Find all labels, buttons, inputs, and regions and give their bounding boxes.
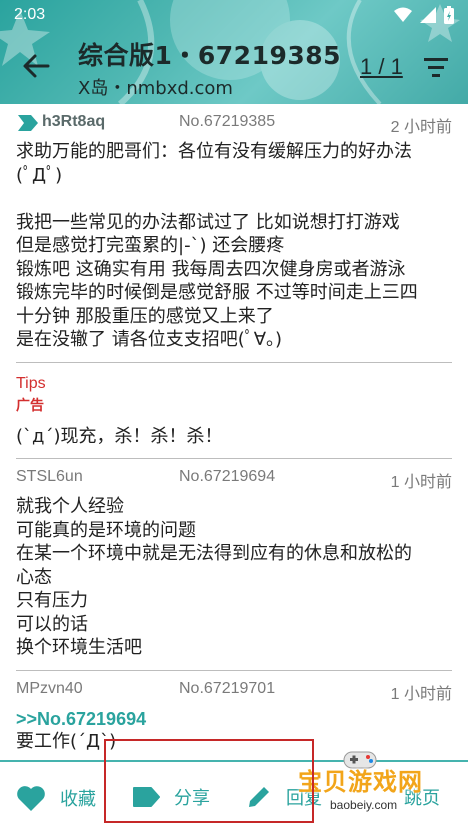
status-bar: 2:03: [0, 0, 468, 30]
back-arrow-icon[interactable]: [18, 48, 54, 84]
favorite-button[interactable]: 收藏: [16, 784, 96, 812]
reply-button[interactable]: 回复: [246, 784, 322, 810]
po-tag-icon: [18, 115, 38, 131]
battery-icon: [444, 6, 454, 24]
favorite-label: 收藏: [60, 789, 96, 810]
pencil-icon: [249, 787, 269, 807]
post-number[interactable]: No.67219694: [179, 468, 275, 486]
tag-icon: [133, 787, 160, 807]
jump-page-button[interactable]: 跳页: [404, 784, 440, 810]
tips-label: Tips: [16, 374, 46, 392]
post-time: 2 小时前: [390, 119, 452, 136]
post-meta: STSL6un No.67219694 1 小时前: [16, 459, 452, 495]
status-icons: [394, 6, 454, 24]
post-reply[interactable]: STSL6un No.67219694 1 小时前 就我个人经验 可能真的是环境…: [0, 459, 468, 660]
signal-icon: [420, 7, 436, 23]
thread-content: h3Rt8aq No.67219385 2 小时前 求助万能的肥哥们：各位有没有…: [0, 104, 468, 753]
tips-block: Tips 广告 (`д´)现充，杀！杀！杀！: [0, 375, 468, 449]
reply-label: 回复: [286, 788, 322, 809]
status-time: 2:03: [14, 6, 46, 23]
bottom-action-bar: 收藏 分享 回复 跳页: [0, 760, 468, 834]
sort-menu-icon[interactable]: [422, 54, 450, 80]
tips-ad-label: 广告: [16, 397, 44, 414]
tips-text: (`д´)现充，杀！杀！杀！: [16, 425, 223, 447]
post-meta: h3Rt8aq No.67219385 2 小时前: [16, 104, 452, 140]
post-number[interactable]: No.67219385: [179, 113, 275, 131]
post-user-id[interactable]: STSL6un: [16, 468, 83, 486]
post-user-id[interactable]: MPzvn40: [16, 680, 83, 698]
post-body: 求助万能的肥哥们：各位有没有缓解压力的好办法 (ﾟДﾟ) 我把一些常见的办法都试…: [16, 141, 418, 350]
post-body: 就我个人经验 可能真的是环境的问题 在某一个环境中就是无法得到应有的休息和放松的…: [16, 496, 412, 658]
post-divider: [16, 361, 452, 363]
post-number[interactable]: No.67219701: [179, 680, 275, 698]
post-time: 1 小时前: [390, 685, 452, 703]
post-body: 要工作(´Д`): [16, 730, 117, 752]
wifi-icon: [394, 7, 412, 22]
page-indicator[interactable]: 1 / 1: [360, 54, 403, 80]
post-op[interactable]: h3Rt8aq No.67219385 2 小时前 求助万能的肥哥们：各位有没有…: [0, 104, 468, 352]
jump-page-label: 跳页: [404, 788, 440, 809]
quote-reference-link[interactable]: >>No.67219694: [16, 709, 452, 730]
post-user-id[interactable]: h3Rt8aq: [42, 113, 105, 131]
post-reply[interactable]: MPzvn40 No.67219701 1 小时前 >>No.67219694 …: [0, 671, 468, 754]
heart-icon: [17, 786, 45, 811]
share-label: 分享: [174, 788, 210, 809]
post-time: 1 小时前: [390, 474, 452, 491]
share-button[interactable]: 分享: [132, 784, 210, 810]
thread-title: 综合版1・67219385: [78, 41, 342, 70]
thread-subtitle: X岛・nmbxd.com: [78, 78, 233, 99]
post-meta: MPzvn40 No.67219701 1 小时前: [16, 671, 452, 707]
